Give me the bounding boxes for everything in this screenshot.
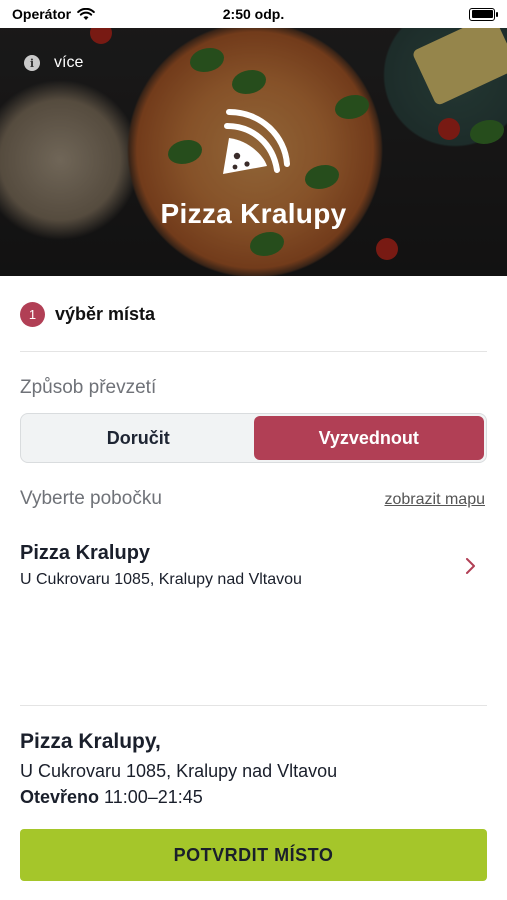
open-status-label: Otevřeno	[20, 787, 100, 807]
battery-icon	[469, 7, 498, 21]
summary-address: U Cukrovaru 1085, Kralupy nad Vltavou	[20, 761, 338, 781]
branch-name: Pizza Kralupy	[20, 542, 151, 564]
carrier-label: Operátor	[12, 6, 72, 22]
branch-address: U Cukrovaru 1085, Kralupy nad Vltavou	[20, 571, 302, 588]
info-icon: i	[24, 55, 40, 71]
confirm-location-button[interactable]: POTVRDIT MÍSTO	[20, 829, 487, 881]
opening-hours: Otevřeno 11:00–21:45	[20, 787, 337, 808]
step-label: výběr místa	[55, 304, 156, 324]
step-number-badge: 1	[20, 302, 45, 327]
selected-location-summary: Pizza Kralupy, U Cukrovaru 1085, Kralupy…	[20, 730, 337, 808]
more-label: více	[54, 54, 84, 71]
hours-value: 11:00–21:45	[104, 787, 203, 807]
hero-banner: i více Pizza Kralupy	[0, 0, 507, 276]
delivery-option[interactable]: Doručit	[23, 416, 254, 460]
pickup-option[interactable]: Vyzvednout	[253, 416, 484, 460]
show-map-link[interactable]: zobrazit mapu	[385, 491, 486, 509]
divider	[20, 351, 487, 352]
brand-title: Pizza Kralupy	[160, 198, 347, 229]
summary-name: Pizza Kralupy,	[20, 730, 161, 753]
pizza-slice-icon	[223, 109, 290, 174]
pickup-method-toggle: Doručit Vyzvednout	[20, 413, 487, 463]
pickup-method-label: Způsob převzetí	[20, 377, 157, 398]
divider	[20, 705, 487, 706]
status-bar: Operátor 2:50 odp.	[0, 0, 507, 28]
branch-list-item[interactable]: Pizza Kralupy U Cukrovaru 1085, Kralupy …	[20, 542, 487, 602]
more-info-link[interactable]: i více	[24, 54, 83, 72]
wifi-icon	[77, 7, 95, 20]
step-indicator: 1 výběr místa	[20, 302, 155, 327]
chevron-right-icon	[466, 558, 475, 574]
branch-select-label: Vyberte pobočku	[20, 488, 162, 509]
